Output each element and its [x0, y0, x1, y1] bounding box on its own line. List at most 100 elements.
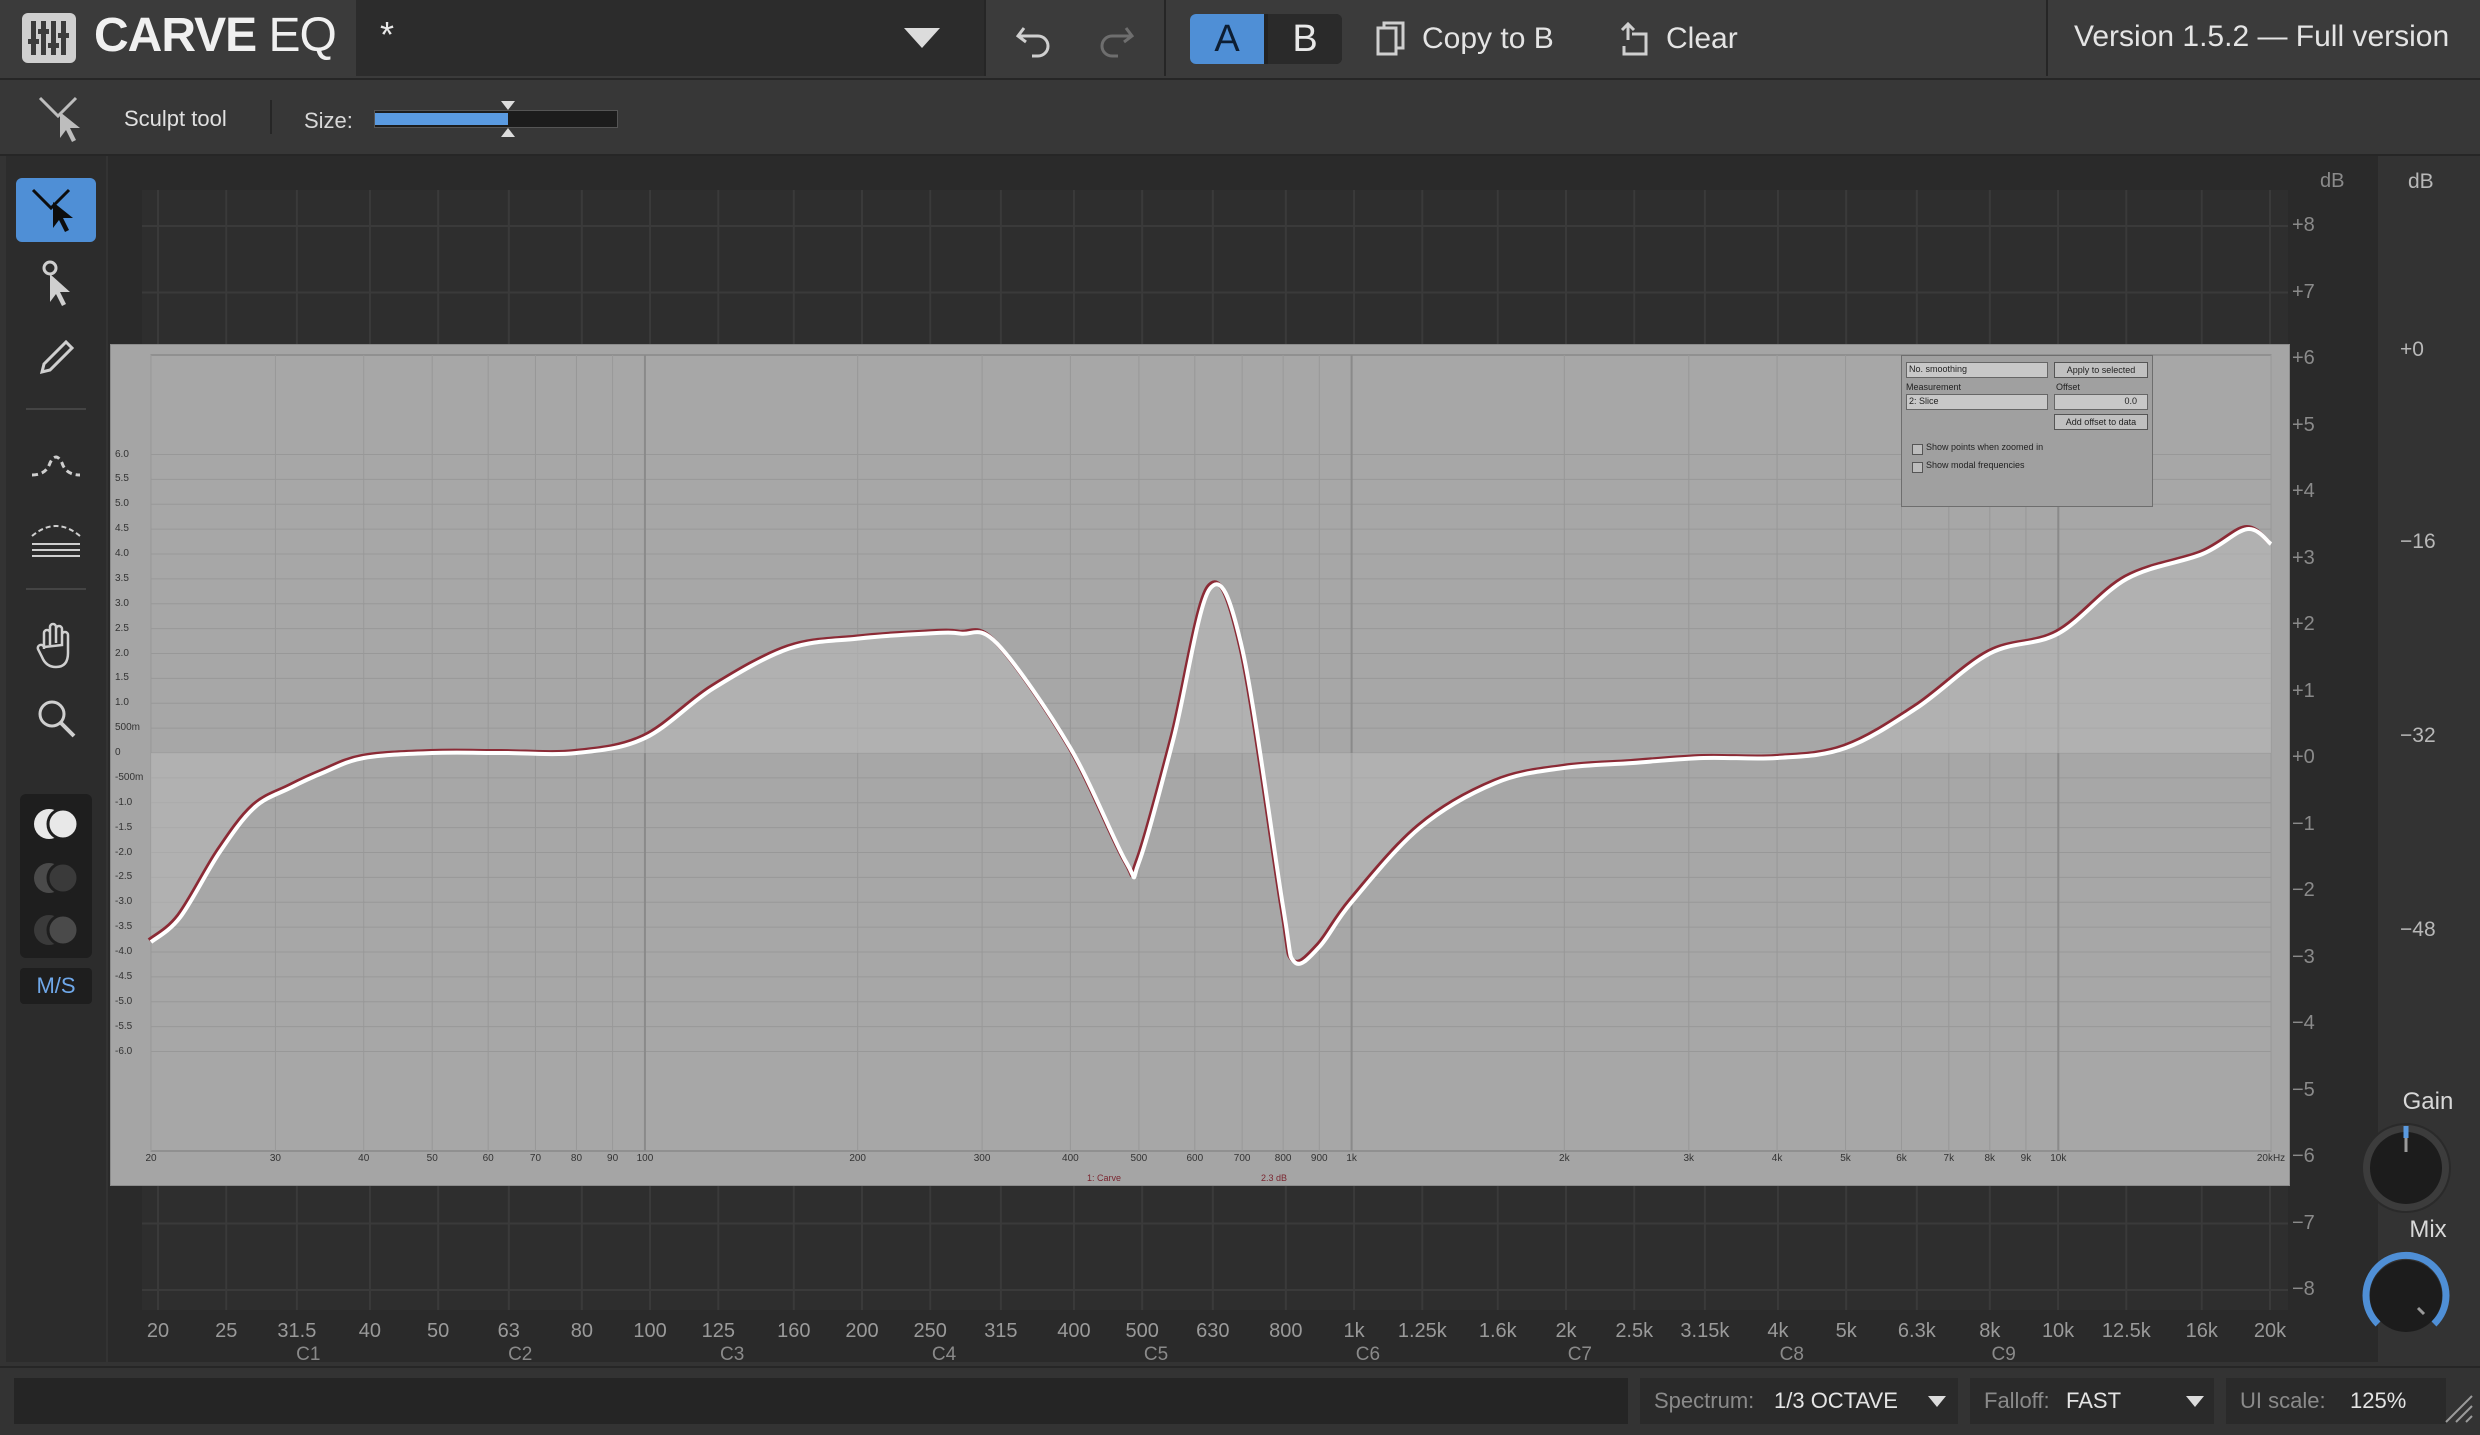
- note-tick-label: C5: [1143, 1344, 1169, 1365]
- freq-tick-label: 50: [427, 1320, 450, 1342]
- freq-tick-label: 40: [358, 1320, 382, 1342]
- overlay-y-tick: 4.0: [115, 548, 129, 559]
- overlay-x-tick: 1k: [1346, 1153, 1357, 1164]
- size-slider[interactable]: [374, 101, 618, 137]
- note-tick-label: C4: [931, 1344, 957, 1365]
- preset-selector[interactable]: *: [356, 0, 984, 76]
- divider: [984, 0, 986, 76]
- freq-tick-label: 1k: [1343, 1320, 1365, 1342]
- db-unit-label: dB: [2320, 170, 2345, 192]
- db-tick-label: +5: [2292, 413, 2315, 436]
- freq-tick-label: 400: [1057, 1320, 1091, 1342]
- tool-options-bar: Sculpt tool Size:: [0, 80, 2480, 156]
- left-channel-icon[interactable]: [30, 856, 82, 900]
- logo-icon: [22, 13, 76, 63]
- ui-scale-select[interactable]: UI scale: 125%: [2226, 1378, 2446, 1424]
- resize-grip-icon[interactable]: [2440, 1390, 2474, 1424]
- offset-input[interactable]: 0.0: [2054, 394, 2148, 410]
- overlay-y-tick: 5.5: [115, 473, 129, 485]
- pointer-tool-button[interactable]: [16, 252, 96, 316]
- right-channel-icon[interactable]: [30, 908, 82, 952]
- overlay-x-tick: 700: [1233, 1153, 1251, 1164]
- note-tick-label: C3: [720, 1344, 745, 1365]
- hand-tool-button[interactable]: [16, 614, 96, 678]
- show-points-checkbox[interactable]: [1912, 444, 1923, 455]
- overlay-x-tick: 40: [358, 1153, 370, 1164]
- db-tick-label: −7: [2292, 1211, 2315, 1234]
- add-offset-button[interactable]: Add offset to data: [2054, 414, 2148, 430]
- offset-value: 0.0: [2124, 396, 2137, 406]
- zoom-tool-button[interactable]: [16, 686, 96, 750]
- bell-curve-tool-icon: [31, 455, 81, 477]
- freq-tick-label: 500: [1125, 1320, 1159, 1342]
- overlay-x-tick: 7k: [1943, 1153, 1955, 1164]
- bell-curve-tool-button[interactable]: [16, 432, 96, 496]
- sculpt-tool-button[interactable]: [16, 178, 96, 242]
- multi-curve-tool-button[interactable]: [16, 506, 96, 570]
- size-slider-thumb[interactable]: [501, 101, 516, 137]
- pencil-tool-icon: [39, 339, 75, 375]
- overlay-x-tick: 500: [1130, 1153, 1148, 1164]
- mix-label: Mix: [2409, 1216, 2447, 1243]
- overlay-x-tick: 9k: [2020, 1153, 2032, 1164]
- measurement-overlay: 6.0 5.5 5.0 4.5 4.0 3.5 3.0 2.5 2.0 1.5 1.0 500m 0 -5…: [110, 344, 2290, 1186]
- freq-tick-label: 8k: [1979, 1320, 2001, 1342]
- mix-knob[interactable]: [2358, 1248, 2454, 1344]
- apply-to-selected-button[interactable]: Apply to selected: [2054, 362, 2148, 378]
- b-button[interactable]: B: [1268, 14, 1342, 64]
- falloff-value: FAST: [2066, 1388, 2122, 1413]
- overlay-y-tick: -1.0: [115, 796, 133, 808]
- overlay-x-tick: 30: [269, 1153, 281, 1164]
- undo-icon[interactable]: [1010, 14, 1060, 64]
- overlay-y-tick: 500m: [115, 722, 141, 734]
- overlay-x-tick: 400: [1062, 1153, 1079, 1164]
- stereo-mode-icon[interactable]: [30, 802, 82, 846]
- redo-icon[interactable]: [1090, 14, 1140, 64]
- ui-scale-label: UI scale:: [2240, 1388, 2326, 1413]
- db-tick-label: −3: [2292, 945, 2315, 968]
- freq-tick-label: 2.5k: [1615, 1320, 1654, 1342]
- app-title-bold: CARVE: [94, 9, 257, 62]
- smoothing-select[interactable]: No. smoothing: [1906, 362, 2048, 378]
- db-tick-label: −2: [2292, 879, 2315, 901]
- legend-value: 2.3 dB: [1261, 1173, 1288, 1183]
- falloff-select[interactable]: Falloff: FAST: [1970, 1378, 2214, 1424]
- a-button[interactable]: A: [1190, 14, 1264, 64]
- freq-tick-label: 5k: [1835, 1320, 1857, 1342]
- legend-label: 1: Carve: [1087, 1173, 1122, 1183]
- overlay-x-tick: 800: [1274, 1153, 1292, 1164]
- note-tick-label: C8: [1779, 1344, 1804, 1365]
- mid-side-button[interactable]: M/S: [20, 968, 92, 1004]
- freq-tick-label: 12.5k: [2101, 1320, 2151, 1342]
- clear-button[interactable]: Clear: [1618, 16, 1738, 62]
- overlay-y-tick: -5.5: [115, 1020, 133, 1032]
- db-tick-label: +0: [2292, 746, 2315, 768]
- copy-to-b-button[interactable]: Copy to B: [1376, 16, 1554, 62]
- show-modal-checkbox[interactable]: [1912, 462, 1923, 473]
- copy-to-b-label: Copy to B: [1422, 22, 1554, 55]
- status-bar: Spectrum: 1/3 OCTAVE Falloff: FAST UI sc…: [0, 1366, 2480, 1435]
- freq-tick-label: 160: [777, 1320, 811, 1342]
- db-tick-label: −5: [2292, 1078, 2315, 1101]
- spectrum-select[interactable]: Spectrum: 1/3 OCTAVE: [1640, 1378, 1958, 1424]
- smoothing-value: No. smoothing: [1909, 364, 1968, 374]
- measurement-label: Measurement: [1906, 382, 1962, 392]
- note-tick-label: C6: [1355, 1344, 1381, 1365]
- ui-scale-value: 125%: [2350, 1388, 2407, 1413]
- overlay-x-tick: 200: [849, 1153, 866, 1164]
- measurement-value: 2: Slice: [1909, 396, 1939, 406]
- overlay-x-tick: 20kHz: [2256, 1153, 2286, 1164]
- db-tick-label: −6: [2292, 1145, 2315, 1167]
- overlay-x-tick: 3k: [1683, 1153, 1695, 1164]
- overlay-x-tick: 6k: [1896, 1153, 1907, 1164]
- chevron-down-icon[interactable]: [904, 28, 940, 48]
- overlay-y-tick: -4.0: [115, 946, 133, 957]
- measurement-select[interactable]: 2: Slice: [1906, 394, 2048, 410]
- freq-tick-label: 1.6k: [1478, 1320, 1517, 1342]
- freq-tick-label: 16k: [2185, 1320, 2218, 1342]
- chevron-down-icon: [2186, 1396, 2204, 1407]
- freq-tick-label: 80: [570, 1320, 593, 1342]
- gain-knob[interactable]: [2358, 1120, 2454, 1216]
- pencil-tool-button[interactable]: [16, 326, 96, 390]
- freq-tick-label: 4k: [1767, 1320, 1789, 1342]
